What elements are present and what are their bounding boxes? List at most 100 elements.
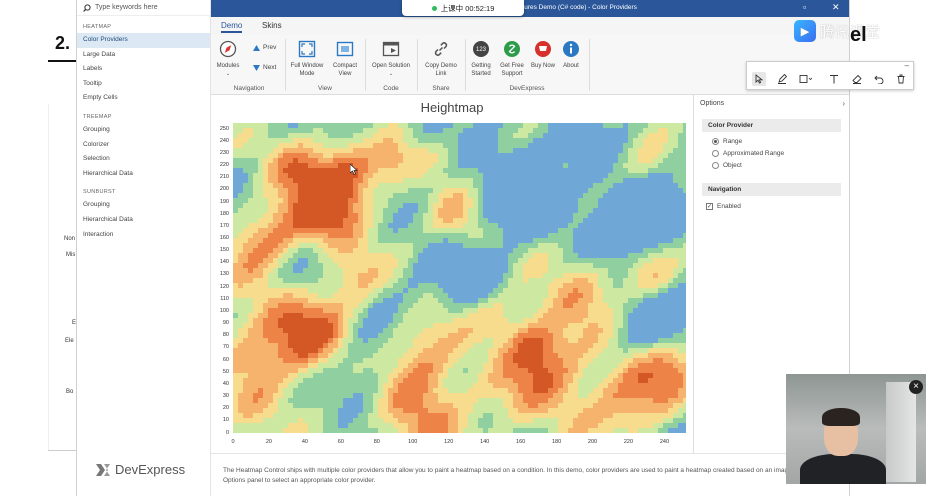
heatmap-cell <box>363 333 368 338</box>
heatmap-cell <box>648 218 653 223</box>
next-button[interactable]: Next <box>253 64 276 71</box>
heatmap-cell <box>408 188 413 193</box>
sidebar-item[interactable]: Large Data <box>77 48 210 63</box>
search-box[interactable]: Type keywords here <box>77 0 210 16</box>
heatmap-cell <box>258 198 263 203</box>
sidebar-item[interactable]: Tooltip <box>77 77 210 92</box>
heatmap-cell <box>258 158 263 163</box>
restore-button[interactable]: ▫ <box>803 2 806 12</box>
heatmap-cell <box>438 193 443 198</box>
heatmap-cell <box>503 363 508 368</box>
heatmap-cell <box>263 308 268 313</box>
heatmap-cell <box>528 333 533 338</box>
sidebar-item[interactable]: Hierarchical Data <box>77 167 210 182</box>
heatmap-cell <box>593 383 598 388</box>
heatmap-cell <box>558 313 563 318</box>
sidebar-item[interactable]: Hierarchical Data <box>77 213 210 228</box>
heatmap-cell <box>323 193 328 198</box>
ribbon-tabs: Demo Skins <box>211 17 849 35</box>
heatmap-cell <box>538 128 543 133</box>
heatmap-cell <box>398 353 403 358</box>
open-solution-button[interactable]: Open Solution ⌄ <box>367 39 415 78</box>
heatmap-cell <box>548 193 553 198</box>
heatmap-cell <box>443 288 448 293</box>
heatmap-cell <box>498 213 503 218</box>
heatmap-cell <box>613 143 618 148</box>
heatmap-cell <box>563 243 568 248</box>
heatmap-cell <box>658 258 663 263</box>
sidebar-item[interactable]: Interaction <box>77 228 210 243</box>
tab-skins[interactable]: Skins <box>262 21 282 30</box>
close-button[interactable]: ✕ <box>832 2 840 13</box>
heatmap-cell <box>418 308 423 313</box>
heatmap-cell <box>323 343 328 348</box>
get-free-support-button[interactable]: Get Free Support <box>497 39 527 78</box>
heatmap-cell <box>553 278 558 283</box>
heatmap-cell <box>338 123 343 128</box>
heatmap-cell <box>383 268 388 273</box>
buy-now-button[interactable]: Buy Now <box>529 39 557 70</box>
heatmap-cell <box>413 293 418 298</box>
heatmap-cell <box>668 338 673 343</box>
heatmap-cell <box>343 298 348 303</box>
sidebar-item[interactable]: Selection <box>77 152 210 167</box>
heatmap-cell <box>533 368 538 373</box>
heatmap-cell <box>358 313 363 318</box>
sidebar-item[interactable]: Labels <box>77 62 210 77</box>
heatmap-cell <box>313 323 318 328</box>
heatmap-cell <box>523 168 528 173</box>
heatmap-cell <box>538 183 543 188</box>
heatmap-cell <box>233 208 238 213</box>
heatmap-cell <box>288 293 293 298</box>
heatmap-cell <box>498 263 503 268</box>
heatmap-cell <box>548 288 553 293</box>
heatmap-cell <box>373 193 378 198</box>
about-button[interactable]: About <box>559 39 583 70</box>
heatmap-cell <box>663 223 668 228</box>
compact-view-button[interactable]: Compact View <box>329 39 361 78</box>
heatmap-cell <box>413 143 418 148</box>
heatmap-cell <box>633 148 638 153</box>
heatmap-cell <box>473 343 478 348</box>
heatmap-cell <box>548 318 553 323</box>
heatmap-cell <box>303 313 308 318</box>
heatmap-cell <box>308 388 313 393</box>
copy-demo-link-button[interactable]: Copy Demo Link <box>421 39 461 78</box>
sidebar-item[interactable]: Grouping <box>77 123 210 138</box>
heatmap-cell <box>473 173 478 178</box>
heatmap-cell <box>303 318 308 323</box>
sidebar-item[interactable]: Color Providers <box>77 33 210 48</box>
heatmap-cell <box>303 253 308 258</box>
heatmap-cell <box>393 368 398 373</box>
heatmap-cell <box>473 223 478 228</box>
full-window-mode-button[interactable]: Full Window Mode <box>287 39 327 78</box>
heatmap-cell <box>438 383 443 388</box>
modules-button[interactable]: Modules ⌄ <box>215 39 241 78</box>
heatmap-cell <box>633 288 638 293</box>
heatmap-cell <box>298 368 303 373</box>
heatmap-cell <box>603 268 608 273</box>
heatmap-plot[interactable] <box>233 123 686 433</box>
heatmap-cell <box>358 198 363 203</box>
heatmap-cell <box>658 243 663 248</box>
heatmap-cell <box>618 283 623 288</box>
prev-button[interactable]: Prev <box>253 44 276 51</box>
sidebar-item[interactable]: Empty Cells <box>77 91 210 106</box>
heatmap-cell <box>248 298 253 303</box>
sidebar-item[interactable]: Colorizer <box>77 138 210 153</box>
tab-demo[interactable]: Demo <box>221 21 243 33</box>
heatmap-cell <box>458 208 463 213</box>
heatmap-cell <box>513 238 518 243</box>
heatmap-cell <box>448 128 453 133</box>
heatmap-cell <box>278 308 283 313</box>
heatmap-cell <box>368 203 373 208</box>
heatmap-cell <box>273 373 278 378</box>
heatmap-cell <box>288 253 293 258</box>
heatmap-cell <box>373 293 378 298</box>
getting-started-button[interactable]: 123 Getting Started <box>467 39 495 78</box>
heatmap-cell <box>238 388 243 393</box>
heatmap-cell <box>368 223 373 228</box>
heatmap-cell <box>523 313 528 318</box>
sidebar-item[interactable]: Grouping <box>77 198 210 213</box>
heatmap-cell <box>443 173 448 178</box>
